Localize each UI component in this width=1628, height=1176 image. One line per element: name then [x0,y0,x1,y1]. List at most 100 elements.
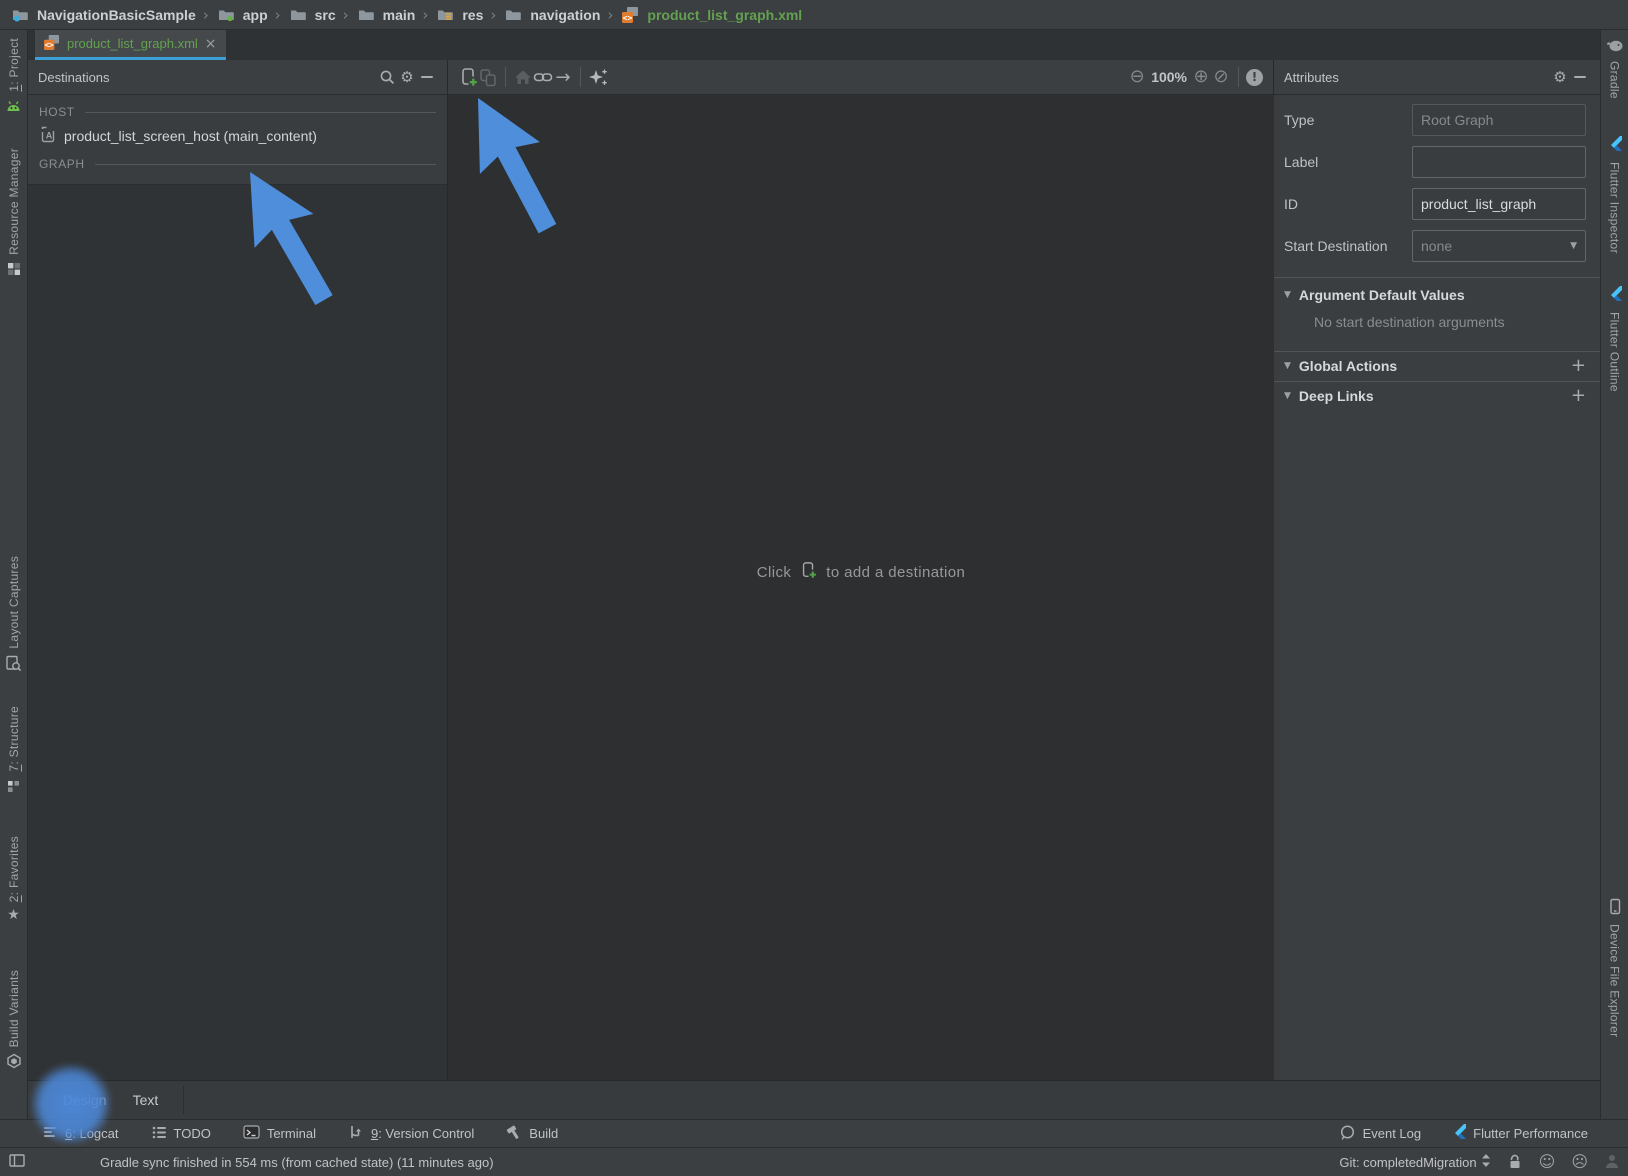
sad-face-icon[interactable]: ☹ [1571,1154,1588,1170]
toolwindow-button-terminal[interactable]: Terminal [243,1124,316,1143]
label-field[interactable] [1412,146,1586,178]
toolwindow-button-build-variants[interactable]: Build Variants [0,970,27,1072]
attributes-panel: Type Root Graph Label ID product_list_gr… [1274,95,1600,1080]
click-highlight-design-tab [31,1064,111,1144]
global-actions-title: Global Actions [1299,358,1397,374]
toolwindow-button-flutter-outline[interactable]: Flutter Outline [1601,286,1628,392]
smiley-face-icon[interactable]: ☺ [1539,1154,1556,1170]
event-log-icon [1339,1124,1356,1144]
svg-text:<>: <> [45,40,55,49]
toolwindow-button-flutter-performance[interactable]: Flutter Performance [1451,1124,1588,1144]
breadcrumb-separator-icon: › [203,6,209,24]
host-section-label: HOST [39,105,75,119]
start-destination-dropdown[interactable]: none ▼ [1412,230,1586,262]
argument-defaults-section-header[interactable]: ▼ Argument Default Values [1274,278,1600,303]
breadcrumb-item-project[interactable]: NavigationBasicSample [37,7,196,23]
add-destination-icon[interactable] [458,67,478,87]
toolwindow-button-gradle[interactable]: Gradle [1601,38,1628,99]
no-arguments-message: No start destination arguments [1274,303,1600,342]
attributes-panel-title: Attributes [1284,70,1339,85]
global-actions-section-header[interactable]: ▼ Global Actions + [1274,351,1600,379]
breadcrumb-item-file[interactable]: product_list_graph.xml [647,7,802,23]
toolwindow-toggle-icon[interactable] [8,1152,26,1172]
gear-icon[interactable]: ⚙ [1550,67,1570,87]
nested-graph-icon[interactable] [478,67,498,87]
attribute-row-type: Type Root Graph [1284,103,1586,137]
toolwindow-button-event-log[interactable]: Event Log [1339,1124,1422,1144]
breadcrumb-item-app[interactable]: app [243,7,268,23]
auto-arrange-icon[interactable] [588,67,608,87]
right-toolwindow-strip: Gradle Flutter Inspector Flutter Outline… [1600,30,1628,1119]
unlock-icon[interactable] [1507,1153,1523,1172]
git-branch-widget[interactable]: Git: completedMigration [1339,1153,1490,1171]
deep-links-section-header[interactable]: ▼ Deep Links + [1274,381,1600,409]
status-bar: Gradle sync finished in 554 ms (from cac… [0,1147,1628,1176]
zoom-in-icon[interactable]: ⊕ [1191,67,1211,87]
toolwindow-key: 7 [7,765,21,772]
id-field[interactable]: product_list_graph [1412,188,1586,220]
argument-defaults-title: Argument Default Values [1299,287,1465,303]
add-deep-link-icon[interactable]: + [1571,387,1586,405]
gear-icon[interactable]: ⚙ [397,67,417,87]
gradle-icon [1606,38,1624,55]
toolwindow-label: Layout Captures [7,556,21,649]
status-message[interactable]: Gradle sync finished in 554 ms (from cac… [100,1155,494,1170]
layout-captures-icon [5,655,22,675]
tab-product-list-graph[interactable]: <> product_list_graph.xml × [35,30,226,60]
minimize-icon[interactable] [417,67,437,87]
zoom-out-icon[interactable]: ⊖ [1127,67,1147,87]
graph-section-header: GRAPH [28,154,447,174]
toolwindow-button-build[interactable]: Build [506,1124,558,1143]
xml-file-icon: <> [44,35,60,53]
svg-text:A: A [46,131,53,141]
action-arrow-icon[interactable]: → [553,67,573,87]
host-list-item[interactable]: A product_list_screen_host (main_content… [28,122,447,149]
breadcrumb: NavigationBasicSample › app › src › main… [0,0,1628,30]
navigation-graph-canvas[interactable]: Click to add a destination [448,95,1274,1080]
breadcrumb-item-main[interactable]: main [383,7,416,23]
toolwindow-button-resource-manager[interactable]: Resource Manager [0,148,27,280]
destinations-host-area: HOST A product_list_screen_host (main_co… [28,95,447,185]
home-icon[interactable] [513,67,533,87]
xml-file-icon: <> [620,5,640,25]
attribute-row-id: ID product_list_graph [1284,187,1586,221]
toolwindow-button-favorites[interactable]: 2: Favorites ★ [0,836,27,922]
search-icon[interactable] [377,67,397,87]
editor-tab-bar: <> product_list_graph.xml × [28,30,1600,60]
breadcrumb-separator-icon: › [422,6,428,24]
toolwindow-button-device-file-explorer[interactable]: Device File Explorer [1601,898,1628,1037]
terminal-icon [243,1124,260,1143]
toolwindow-button-structure[interactable]: 7: Structure [0,706,27,797]
add-global-action-icon[interactable]: + [1571,357,1586,375]
navigation-editor-toolbar: → ⊖ 100% ⊕ ⊘ ! [448,60,1274,94]
zoom-to-fit-icon[interactable]: ⊘ [1211,67,1231,87]
warnings-icon[interactable]: ! [1246,69,1263,86]
breadcrumb-separator-icon: › [490,6,496,24]
breadcrumb-separator-icon: › [343,6,349,24]
toolwindow-button-flutter-inspector[interactable]: Flutter Inspector [1601,136,1628,254]
toolwindow-label: Build [529,1126,558,1141]
tab-text[interactable]: Text [120,1081,172,1119]
app-module-folder-icon [216,5,236,25]
minimize-icon[interactable] [1570,67,1590,87]
res-folder-icon [435,5,455,25]
graph-section-label: GRAPH [39,157,85,171]
breadcrumb-separator-icon: › [275,6,281,24]
toolwindow-button-version-control[interactable]: 9: Version Control [348,1124,474,1143]
close-icon[interactable]: × [205,37,217,51]
todo-list-icon [151,1124,167,1143]
toolwindow-button-layout-captures[interactable]: Layout Captures [0,556,27,675]
build-variants-icon [6,1053,22,1072]
breadcrumb-item-src[interactable]: src [315,7,336,23]
toolwindow-button-project[interactable]: 1: Project [0,38,27,116]
toolwindow-button-todo[interactable]: TODO [151,1124,211,1143]
device-icon [1607,898,1623,918]
start-destination-value: none [1421,238,1452,254]
link-icon[interactable] [533,67,553,87]
toolwindow-label: : Structure [7,706,21,765]
breadcrumb-item-navigation[interactable]: navigation [530,7,600,23]
attribute-row-label: Label [1284,145,1586,179]
breadcrumb-item-res[interactable]: res [462,7,483,23]
chevron-down-icon: ▼ [1570,241,1577,251]
toolwindow-label: Resource Manager [7,148,21,255]
